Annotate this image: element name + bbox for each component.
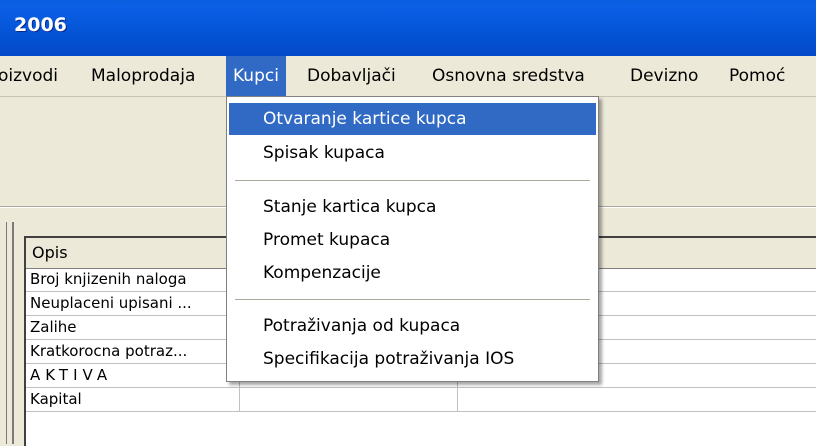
column-header-opis[interactable]: Opis xyxy=(26,238,240,268)
left-pane-border xyxy=(0,222,14,444)
menu-item-kompenzacije[interactable]: Kompenzacije xyxy=(229,257,596,289)
row-label: AKTIVA xyxy=(26,364,240,388)
menu-item-specifikacija-potrazivanja-ios[interactable]: Specifikacija potraživanja IOS xyxy=(229,343,596,375)
menu-separator xyxy=(235,180,590,181)
row-label: Kapital xyxy=(26,388,240,412)
table-row[interactable]: Kapital xyxy=(26,388,816,412)
menu-kupci[interactable]: Kupci xyxy=(226,56,286,96)
menu-item-otvaranje-kartice-kupca[interactable]: Otvaranje kartice kupca xyxy=(229,103,596,135)
menu-devizno[interactable]: Devizno xyxy=(623,56,705,96)
row-label: Neuplaceni upisani ... xyxy=(26,292,240,316)
title-bar: 2006 xyxy=(0,0,816,56)
kupci-dropdown-menu: Otvaranje kartice kupca Spisak kupaca St… xyxy=(226,96,599,382)
row-label: Broj knjizenih naloga xyxy=(26,268,240,292)
menu-item-promet-kupaca[interactable]: Promet kupaca xyxy=(229,224,596,256)
row-label: Kratkorocna potraz... xyxy=(26,340,240,364)
window-title: 2006 xyxy=(14,14,67,36)
menu-item-spisak-kupaca[interactable]: Spisak kupaca xyxy=(229,137,596,169)
row-label: Zalihe xyxy=(26,316,240,340)
menu-separator xyxy=(235,299,590,300)
menu-bar: oizvodi Maloprodaja Kupci Dobavljači Osn… xyxy=(0,56,816,96)
menu-osnovna-sredstva[interactable]: Osnovna sredstva xyxy=(425,56,592,96)
menu-proizvodi[interactable]: oizvodi xyxy=(0,56,65,96)
menu-item-potrazivanja-od-kupaca[interactable]: Potraživanja od kupaca xyxy=(229,310,596,342)
row-value xyxy=(458,388,816,412)
menu-dobavljaci[interactable]: Dobavljači xyxy=(300,56,403,96)
menu-item-stanje-kartica-kupca[interactable]: Stanje kartica kupca xyxy=(229,191,596,223)
menu-maloprodaja[interactable]: Maloprodaja xyxy=(84,56,202,96)
menu-pomoc[interactable]: Pomoć xyxy=(722,56,792,96)
row-value xyxy=(240,388,458,412)
